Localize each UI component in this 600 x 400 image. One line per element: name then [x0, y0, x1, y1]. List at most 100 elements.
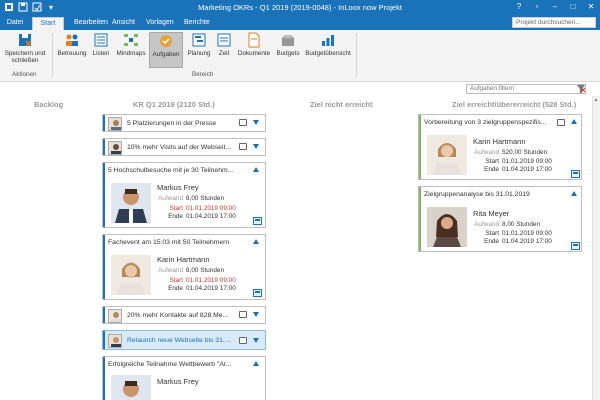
collapse-icon[interactable]: [253, 167, 259, 172]
column-header-achieved: Ziel erreicht/übererreicht (528 Std.): [452, 100, 577, 109]
calendar-icon[interactable]: [571, 170, 580, 178]
project-search-input[interactable]: Projekt durchsuchen...: [512, 17, 596, 28]
ribbon-button-label: Planung: [187, 50, 211, 57]
collapse-icon[interactable]: [253, 361, 259, 366]
comment-icon[interactable]: [239, 143, 247, 150]
person-name: Rita Meyer: [473, 209, 510, 218]
task-filter-input[interactable]: Aufgaben filtern: [466, 84, 586, 94]
column-header-not-achieved: Ziel nicht erreicht: [310, 100, 373, 109]
ribbon-button-label: Mindmaps: [116, 50, 146, 57]
ribbon-button-budgets[interactable]: Budgets: [274, 32, 302, 68]
card-accent-bar: [103, 307, 105, 323]
comment-icon[interactable]: [239, 337, 247, 344]
task-title: Relaunch neue Webseite bis 31....: [127, 337, 231, 344]
tab-ansicht[interactable]: Ansicht: [106, 17, 141, 30]
tab-vorlagen[interactable]: Vorlagen: [140, 17, 180, 30]
mindmap-icon: [124, 34, 138, 46]
ribbon-button-betreuung[interactable]: Betreuung: [57, 32, 87, 68]
person-name: Karin Hartmann: [157, 255, 210, 264]
help-icon[interactable]: ?: [514, 1, 524, 13]
close-icon[interactable]: ✕: [586, 1, 596, 13]
card-accent-bar: [419, 115, 421, 179]
task-card-expanded[interactable]: Fachevent am 15.03 mit 50 Teilnehmern Ka…: [102, 234, 266, 300]
task-title: 5 Hochschulbesuche mit je 30 Teilnehm...: [108, 167, 234, 174]
comment-icon[interactable]: [557, 119, 565, 126]
end-row: Ende 01.04.2019 17:00: [469, 166, 552, 173]
ribbon-button-label: Budgetübersicht: [305, 50, 351, 57]
person-name: Markus Frey: [157, 377, 199, 386]
save-close-button[interactable]: Speichern und schließen: [2, 32, 48, 68]
scroll-up-icon[interactable]: ▲: [593, 97, 599, 103]
ribbon-button-listen[interactable]: Listen: [89, 32, 113, 68]
person-photo: [111, 183, 151, 223]
restore-ribbon-icon[interactable]: ▫: [532, 1, 542, 13]
calendar-icon[interactable]: [253, 217, 262, 225]
ribbon-button-planung[interactable]: Planung: [186, 32, 212, 68]
ribbon-button-zeit[interactable]: Zeit: [214, 32, 234, 68]
clear-filter-icon[interactable]: [577, 85, 586, 93]
start-value: 01.01.2019 09:00: [186, 277, 236, 284]
planning-icon: [192, 33, 206, 47]
group-label-actions: Aktionen: [12, 71, 37, 78]
column-header-backlog: Backlog: [34, 100, 64, 109]
card-accent-bar: [103, 357, 105, 400]
task-card-expanded[interactable]: Erfolgreiche Teilnahme Wettbewerb "Ar...…: [102, 356, 266, 400]
minimize-icon[interactable]: –: [550, 1, 560, 13]
comment-icon[interactable]: [239, 311, 247, 318]
end-row: Ende 01.04.2019 17:00: [153, 285, 236, 292]
start-row: Start 01.01.2019 09:00: [469, 230, 552, 237]
expand-icon[interactable]: [253, 144, 259, 149]
calendar-icon[interactable]: [571, 242, 580, 250]
ribbon-button-aufgaben[interactable]: Aufgaben: [149, 32, 183, 68]
expand-icon[interactable]: [253, 338, 259, 343]
window-title: Marketing OKRs - Q1 2019 (2019-0048) - I…: [198, 3, 402, 12]
person-name: Karin Hartmann: [473, 137, 526, 146]
comment-icon[interactable]: [239, 119, 247, 126]
ribbon-button-dokumente[interactable]: Dokumente: [236, 32, 272, 68]
collapse-icon[interactable]: [253, 239, 259, 244]
ribbon-button-label: Dokumente: [237, 50, 271, 57]
start-row: Start 01.01.2019 09:00: [153, 277, 236, 284]
task-title: Vorbereitung von 3 zielgruppenspezifis..…: [424, 119, 547, 126]
task-card-selected[interactable]: Relaunch neue Webseite bis 31....: [102, 330, 266, 350]
expand-icon[interactable]: [253, 312, 259, 317]
tab-start[interactable]: Start: [32, 17, 64, 30]
task-card-expanded[interactable]: 5 Hochschulbesuche mit je 30 Teilnehm...…: [102, 162, 266, 228]
ribbon-separator: [356, 33, 357, 77]
effort-row: Aufwand 8,00 Stunden: [469, 221, 540, 228]
ribbon-button-label: Aufgaben: [152, 51, 180, 58]
collapse-icon[interactable]: [571, 191, 577, 196]
avatar: [108, 309, 122, 323]
collapse-icon[interactable]: [571, 119, 577, 124]
maximize-icon[interactable]: □: [568, 1, 578, 13]
tab-berichte[interactable]: Berichte: [178, 17, 216, 30]
task-card-expanded[interactable]: Vorbereitung von 3 zielgruppenspezifis..…: [418, 114, 582, 180]
documents-icon: [248, 32, 260, 48]
task-title: Fachevent am 15.03 mit 50 Teilnehmern: [108, 239, 230, 246]
expand-icon[interactable]: [253, 120, 259, 125]
ribbon-button-mindmaps[interactable]: Mindmaps: [115, 32, 147, 68]
start-label: Start: [485, 158, 500, 165]
effort-label: Aufwand: [158, 267, 183, 274]
end-value: 01.04.2019 17:00: [186, 213, 236, 220]
task-title: Erfolgreiche Teilnahme Wettbewerb "Ar...: [108, 361, 232, 368]
task-title: 20% mehr Kontakte auf 828 Me...: [127, 312, 229, 319]
avatar: [108, 117, 122, 131]
task-card[interactable]: 10% mehr Visits auf der Webseit...: [102, 138, 266, 156]
ribbon-button-label: Zeit: [218, 50, 230, 57]
ribbon-separator: [52, 33, 53, 77]
task-card-expanded[interactable]: Zielgruppenanalyse bis 31.01.2019 Rita M…: [418, 186, 582, 252]
person-photo: [111, 255, 151, 295]
effort-row: Aufwand 8,00 Stunden: [153, 267, 224, 274]
card-accent-bar: [103, 235, 105, 299]
task-card[interactable]: 5 Platzierungen in der Presse: [102, 114, 266, 132]
ribbon-tabs: Datei Start Bearbeiten Ansicht Vorlagen …: [0, 16, 600, 30]
task-title: 5 Platzierungen in der Presse: [127, 120, 217, 127]
card-accent-bar: [103, 139, 105, 155]
ribbon-button-budgetuebersicht[interactable]: Budgetübersicht: [304, 32, 352, 68]
task-card[interactable]: 20% mehr Kontakte auf 828 Me...: [102, 306, 266, 324]
tab-datei[interactable]: Datei: [0, 17, 30, 30]
task-title: 10% mehr Visits auf der Webseit...: [127, 144, 232, 151]
save-close-icon: [19, 34, 32, 47]
calendar-icon[interactable]: [253, 289, 262, 297]
